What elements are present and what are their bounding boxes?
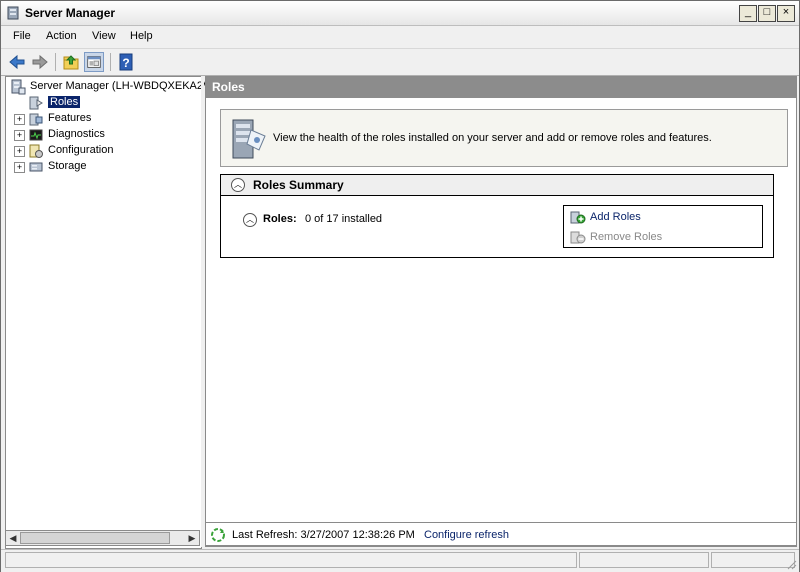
roles-label: Roles: [263,213,297,225]
scroll-thumb[interactable] [20,532,170,544]
roles-actions-box: Add Roles Remove Roles [563,205,763,248]
tree-root[interactable]: Server Manager (LH-WBDQXEKA2V [10,79,210,95]
expand-icon[interactable]: + [14,114,25,125]
expand-icon[interactable]: + [14,146,25,157]
panel-title: Roles [206,77,796,98]
remove-roles-label: Remove Roles [590,231,663,243]
tree-item-label: Diagnostics [48,128,105,140]
collapse-icon[interactable]: ︿ [243,213,257,227]
configure-refresh-link[interactable]: Configure refresh [424,529,509,541]
status-panel-3 [711,552,795,568]
description-text: View the health of the roles installed o… [273,132,712,144]
server-manager-icon [11,79,26,95]
roles-summary-section: ︿ Roles Summary ︿ Roles: 0 of 17 install… [220,174,774,258]
window-status-bar [1,549,799,572]
tree-root-label: Server Manager (LH-WBDQXEKA2V [30,80,211,92]
scroll-right-icon[interactable]: ▶ [185,532,199,544]
last-refresh-text: Last Refresh: 3/27/2007 12:38:26 PM [232,529,415,541]
expand-icon[interactable]: + [14,130,25,141]
maximize-button[interactable]: □ [758,5,776,22]
show-hide-tree-icon[interactable] [84,52,104,72]
tree-item-configuration[interactable]: + Configuration [14,143,194,159]
splitter[interactable] [201,76,204,547]
status-panel-2 [579,552,709,568]
roles-server-icon [232,119,266,159]
features-icon [29,113,43,126]
window-title: Server Manager [25,6,116,20]
roles-icon [29,96,43,110]
remove-roles-icon [570,231,586,244]
tree-horizontal-scrollbar[interactable]: ◀ ▶ [5,530,200,546]
menu-help[interactable]: Help [130,30,153,42]
menu-view[interactable]: View [92,30,116,42]
help-icon[interactable]: ? [116,52,136,72]
server-manager-window: Server Manager _ □ × File Action View He… [0,0,800,572]
menu-bar: File Action View Help [1,26,799,47]
remove-roles-link[interactable]: Remove Roles [570,229,760,247]
expand-icon[interactable]: + [14,162,25,173]
toolbar: ? [1,48,799,76]
window-controls: _ □ × [738,5,795,22]
roles-panel: Roles View the health of the roles insta… [205,76,797,547]
title-bar: Server Manager _ □ × [1,1,799,26]
menu-file[interactable]: File [13,30,31,42]
minimize-button[interactable]: _ [739,5,757,22]
forward-arrow-icon[interactable] [30,52,50,72]
collapse-icon[interactable]: ︿ [231,178,245,192]
tree-item-diagnostics[interactable]: + Diagnostics [14,127,194,143]
roles-summary-header: ︿ Roles Summary [221,175,773,196]
back-arrow-icon[interactable] [7,52,27,72]
status-panel-main [5,552,577,568]
description-box: View the health of the roles installed o… [220,109,788,167]
storage-icon [29,162,43,172]
server-manager-icon [7,6,19,20]
svg-text:?: ? [122,56,129,70]
add-roles-icon [570,211,586,224]
refresh-status-bar: Last Refresh: 3/27/2007 12:38:26 PM Conf… [205,522,797,546]
navigation-tree: Server Manager (LH-WBDQXEKA2V Roles + Fe… [5,76,210,549]
tree-item-features[interactable]: + Features [14,111,194,127]
tree-item-label: Roles [48,96,81,108]
scroll-left-icon[interactable]: ◀ [6,532,20,544]
resize-grip-icon[interactable] [785,558,797,570]
close-button[interactable]: × [777,5,795,22]
add-roles-link[interactable]: Add Roles [570,209,760,227]
roles-summary-title: Roles Summary [253,178,344,192]
tree-item-label: Configuration [48,144,114,156]
refresh-icon[interactable] [210,527,226,543]
up-folder-icon[interactable] [61,52,81,72]
add-roles-label: Add Roles [590,211,641,223]
configuration-icon [29,144,43,158]
menu-action[interactable]: Action [46,30,77,42]
tree-item-label: Storage [48,160,87,172]
tree-item-storage[interactable]: + Storage [14,159,194,175]
tree-item-roles[interactable]: Roles [14,95,194,111]
tree-item-label: Features [48,112,92,124]
diagnostics-icon [29,129,43,141]
roles-installed-count: 0 of 17 installed [305,213,383,225]
